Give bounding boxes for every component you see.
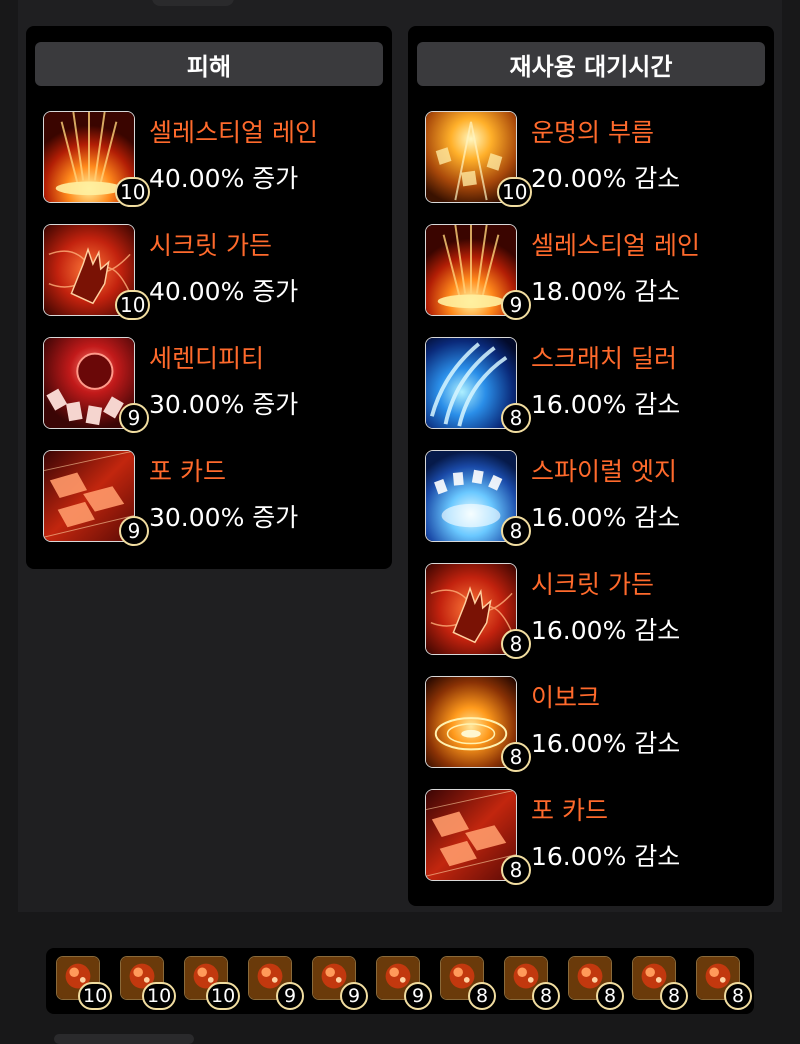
skill-row[interactable]: 10 셀레스티얼 레인 40.00% 증가 [43, 111, 383, 211]
gem-slot[interactable]: 9 [376, 956, 432, 1010]
skill-level-badge: 8 [501, 742, 531, 772]
damage-panel: 피해 10 셀레스티얼 레인 40.00% 증가 10 시크릿 가든 40.00… [26, 26, 392, 569]
gem-level-badge: 8 [532, 982, 560, 1010]
skill-name: 운명의 부름 [531, 118, 654, 147]
skill-row[interactable]: 8 스크래치 딜러 16.00% 감소 [425, 337, 765, 437]
skill-row[interactable]: 9 포 카드 30.00% 증가 [43, 450, 383, 550]
gem-level-badge: 8 [724, 982, 752, 1010]
damage-panel-title: 피해 [35, 42, 383, 86]
gem-bar: 10 10 10 9 9 9 8 8 8 8 8 [46, 948, 754, 1014]
skill-level-badge: 8 [501, 629, 531, 659]
skill-level-badge: 9 [501, 290, 531, 320]
skill-row[interactable]: 9 세렌디피티 30.00% 증가 [43, 337, 383, 437]
skill-value: 16.00% 감소 [531, 842, 681, 871]
skill-value: 40.00% 증가 [149, 164, 299, 193]
gem-level-badge: 10 [206, 982, 241, 1010]
skill-name: 포 카드 [531, 796, 608, 825]
gem-slot[interactable]: 10 [184, 956, 241, 1010]
cooldown-panel-title: 재사용 대기시간 [417, 42, 765, 86]
skill-level-badge: 9 [119, 403, 149, 433]
skill-name: 시크릿 가든 [531, 570, 654, 599]
skill-value: 16.00% 감소 [531, 729, 681, 758]
gem-slot[interactable]: 10 [56, 956, 113, 1010]
cooldown-panel: 재사용 대기시간 10 운명의 부름 20.00% 감소 9 셀레스티얼 레인 … [408, 26, 774, 906]
skill-level-badge: 8 [501, 855, 531, 885]
skill-name: 셀레스티얼 레인 [149, 118, 318, 147]
skill-level-badge: 10 [497, 177, 533, 207]
skill-name: 시크릿 가든 [149, 231, 272, 260]
skill-value: 30.00% 증가 [149, 503, 299, 532]
gem-level-badge: 9 [340, 982, 368, 1010]
skill-value: 20.00% 감소 [531, 164, 681, 193]
gem-level-badge: 8 [596, 982, 624, 1010]
top-tab[interactable] [152, 0, 234, 6]
gem-slot[interactable]: 9 [312, 956, 368, 1010]
skill-name: 세렌디피티 [149, 344, 265, 373]
skill-row[interactable]: 9 셀레스티얼 레인 18.00% 감소 [425, 224, 765, 324]
gem-level-badge: 10 [78, 982, 113, 1010]
gem-level-badge: 9 [404, 982, 432, 1010]
skill-level-badge: 8 [501, 516, 531, 546]
gem-level-badge: 8 [468, 982, 496, 1010]
gem-slot[interactable]: 8 [696, 956, 752, 1010]
skill-value: 16.00% 감소 [531, 616, 681, 645]
gem-slot[interactable]: 8 [568, 956, 624, 1010]
gem-slot[interactable]: 10 [120, 956, 177, 1010]
skill-name: 셀레스티얼 레인 [531, 231, 700, 260]
skill-row[interactable]: 8 시크릿 가든 16.00% 감소 [425, 563, 765, 663]
skill-name: 스파이럴 엣지 [531, 457, 677, 486]
gem-slot[interactable]: 8 [504, 956, 560, 1010]
skill-name: 포 카드 [149, 457, 226, 486]
skill-row[interactable]: 10 시크릿 가든 40.00% 증가 [43, 224, 383, 324]
gem-slot[interactable]: 8 [632, 956, 688, 1010]
skill-row[interactable]: 10 운명의 부름 20.00% 감소 [425, 111, 765, 211]
gem-slot[interactable]: 8 [440, 956, 496, 1010]
footer-tab[interactable] [54, 1034, 194, 1044]
skill-row[interactable]: 8 이보크 16.00% 감소 [425, 676, 765, 776]
skill-value: 40.00% 증가 [149, 277, 299, 306]
skill-value: 16.00% 감소 [531, 390, 681, 419]
skill-level-badge: 8 [501, 403, 531, 433]
skill-value: 18.00% 감소 [531, 277, 681, 306]
skill-level-badge: 10 [115, 290, 151, 320]
skill-value: 30.00% 증가 [149, 390, 299, 419]
skill-name: 이보크 [531, 683, 601, 712]
skill-row[interactable]: 8 포 카드 16.00% 감소 [425, 789, 765, 889]
gem-level-badge: 9 [276, 982, 304, 1010]
skill-level-badge: 9 [119, 516, 149, 546]
skill-level-badge: 10 [115, 177, 151, 207]
gem-level-badge: 8 [660, 982, 688, 1010]
gem-slot[interactable]: 9 [248, 956, 304, 1010]
skill-name: 스크래치 딜러 [531, 344, 677, 373]
skill-row[interactable]: 8 스파이럴 엣지 16.00% 감소 [425, 450, 765, 550]
skill-value: 16.00% 감소 [531, 503, 681, 532]
gem-level-badge: 10 [142, 982, 177, 1010]
